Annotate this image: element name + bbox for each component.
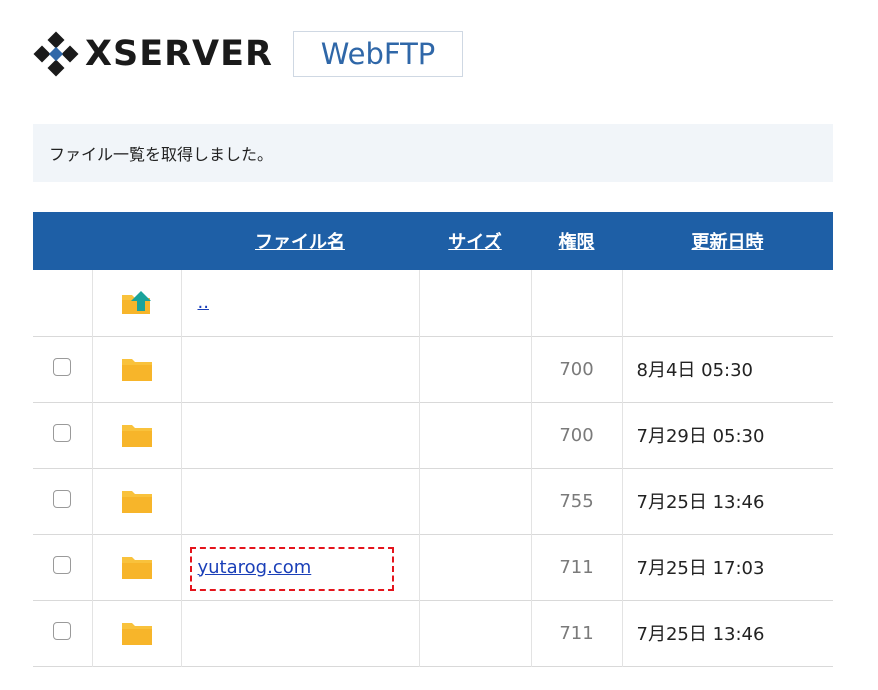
header-permission[interactable]: 権限: [531, 212, 622, 270]
file-size: [418, 600, 531, 666]
row-modified-cell: [621, 270, 833, 336]
folder-icon[interactable]: [120, 487, 154, 515]
header-modified[interactable]: 更新日時: [622, 212, 833, 270]
row-size-cell: [418, 270, 531, 336]
table-row: 711 7月25日 13:46: [33, 600, 833, 666]
file-size: [418, 534, 531, 600]
table-row: 755 7月25日 13:46: [33, 468, 833, 534]
file-permission[interactable]: 711: [530, 600, 622, 666]
header-icon: [92, 212, 181, 270]
row-checkbox[interactable]: [53, 555, 72, 574]
file-modified: 7月29日 05:30: [621, 402, 833, 468]
header-check: [33, 212, 92, 270]
row-name-cell: ..: [180, 270, 419, 336]
file-size: [418, 468, 531, 534]
parent-directory-link[interactable]: ..: [198, 292, 209, 313]
table-row: yutarog.com 711 7月25日 17:03: [33, 534, 833, 600]
file-size: [418, 336, 531, 402]
row-permission-cell: [530, 270, 622, 336]
header-filename[interactable]: ファイル名: [181, 212, 419, 270]
app-name-badge: WebFTP: [293, 31, 463, 77]
logo-text: XSERVER: [85, 33, 273, 74]
status-message: ファイル一覧を取得しました。: [33, 124, 833, 182]
file-name-link[interactable]: yutarog.com: [198, 557, 312, 578]
folder-up-icon[interactable]: [120, 289, 154, 317]
file-permission[interactable]: 700: [530, 402, 622, 468]
table-row: 700 8月4日 05:30: [33, 336, 833, 402]
folder-icon[interactable]: [120, 355, 154, 383]
header-size[interactable]: サイズ: [419, 212, 531, 270]
file-list-table: ファイル名 サイズ 権限 更新日時 .. 700 8月4日 05:30 700 …: [33, 212, 833, 667]
site-header: XSERVER WebFTP: [33, 28, 463, 80]
folder-icon[interactable]: [120, 421, 154, 449]
folder-icon[interactable]: [120, 553, 154, 581]
row-icon-cell: [91, 270, 181, 336]
table-header-row: ファイル名 サイズ 権限 更新日時: [33, 212, 833, 270]
row-checkbox[interactable]: [53, 423, 72, 442]
file-permission[interactable]: 755: [530, 468, 622, 534]
file-modified: 8月4日 05:30: [621, 336, 833, 402]
row-check-cell: [33, 270, 92, 336]
row-checkbox[interactable]: [53, 489, 72, 508]
table-row: 700 7月29日 05:30: [33, 402, 833, 468]
xserver-logo-icon: [33, 31, 79, 77]
file-modified: 7月25日 13:46: [621, 468, 833, 534]
row-checkbox[interactable]: [53, 621, 72, 640]
row-checkbox[interactable]: [53, 357, 72, 376]
file-modified: 7月25日 13:46: [621, 600, 833, 666]
file-size: [418, 402, 531, 468]
file-modified: 7月25日 17:03: [621, 534, 833, 600]
file-permission[interactable]: 711: [530, 534, 622, 600]
file-permission[interactable]: 700: [530, 336, 622, 402]
folder-icon[interactable]: [120, 619, 154, 647]
table-row-parent: ..: [33, 270, 833, 336]
